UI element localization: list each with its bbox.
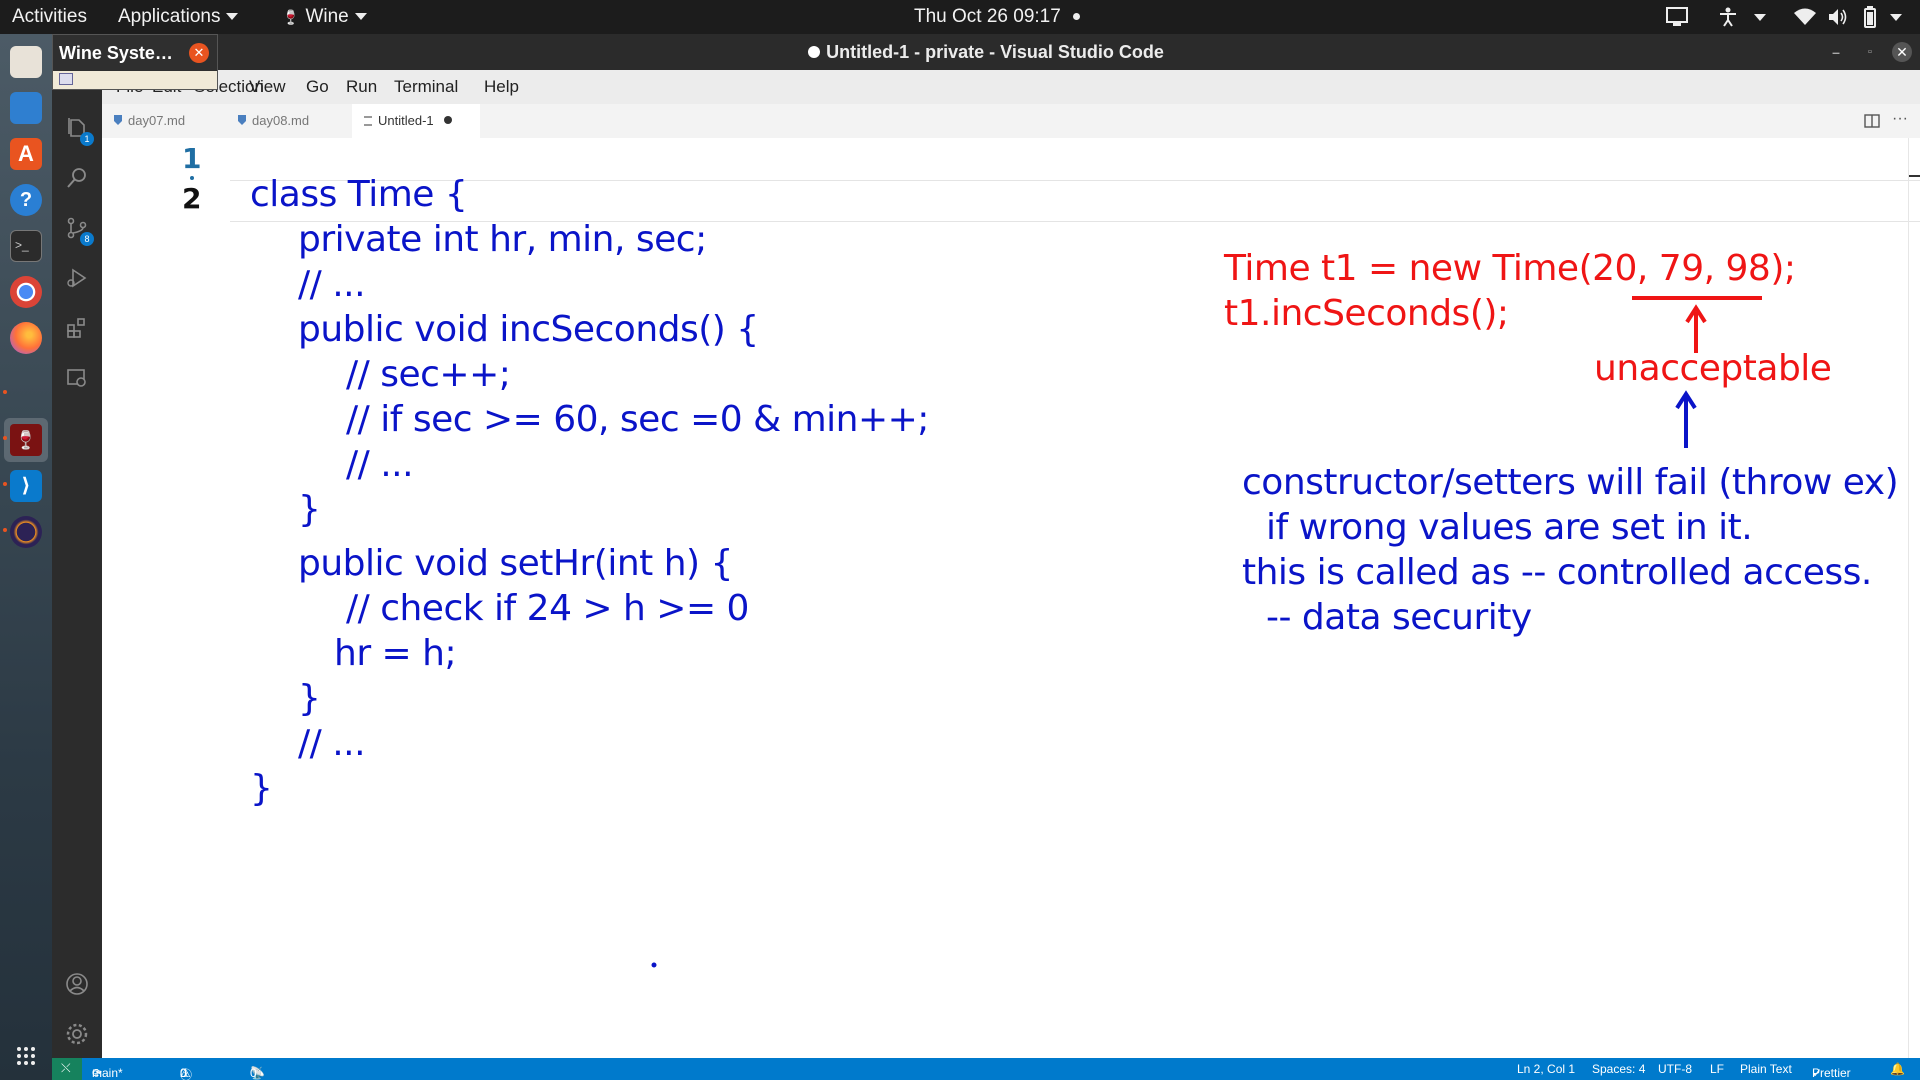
sync-icon: ⟳ — [92, 1066, 103, 1080]
text-editor-icon[interactable] — [10, 92, 42, 124]
clock-text: Thu Oct 26 09:17 — [914, 6, 1061, 27]
window-title-text: Untitled-1 - private - Visual Studio Cod… — [826, 42, 1164, 62]
end-of-line[interactable]: LF — [1710, 1062, 1724, 1076]
eclipse-icon[interactable] — [10, 516, 42, 548]
warning-count: 0 — [180, 1066, 187, 1080]
running-indicator — [3, 528, 7, 532]
ports-count: 0 — [250, 1066, 257, 1080]
markdown-icon — [238, 115, 246, 125]
wine-popup-body — [53, 71, 217, 89]
tab-day08[interactable]: day08.md — [226, 104, 350, 138]
scrollbar-track[interactable] — [1908, 138, 1909, 1058]
language-mode[interactable]: Plain Text — [1740, 1062, 1792, 1076]
screen-icon[interactable] — [1666, 7, 1688, 27]
window-title-bar[interactable]: Untitled-1 - private - Visual Studio Cod… — [52, 34, 1920, 70]
status-bar: ⤬ ⑂ main* ⟳ ⓧ 0 ⚠ 0 📡 0 Ln 2, Col 1 Spaces:… — [52, 1058, 1920, 1080]
extensions-icon[interactable] — [65, 316, 89, 340]
accounts-icon[interactable] — [65, 972, 89, 996]
software-center-icon[interactable]: A — [10, 138, 42, 170]
split-editor-icon[interactable] — [1864, 114, 1880, 128]
chevron-down-icon[interactable] — [1754, 14, 1766, 21]
running-indicator — [3, 482, 7, 486]
stray-dot — [651, 962, 657, 968]
wine-menu[interactable]: 🍷 Wine — [282, 6, 367, 28]
editor-tabs: day07.md day08.md Untitled-1 ··· — [102, 104, 1920, 138]
ubuntu-dock: A ? >_ 🍷 ⟩ — [0, 34, 52, 1080]
battery-icon[interactable] — [1864, 6, 1876, 28]
remote-icon: ⤬ — [61, 1061, 71, 1075]
chrome-icon[interactable] — [10, 276, 42, 308]
activity-bar: 1 8 — [52, 70, 102, 1058]
help-icon[interactable]: ? — [10, 184, 42, 216]
menu-bar: File Edit Selection View Go Run Terminal… — [102, 70, 1920, 104]
gear-icon[interactable] — [65, 1022, 89, 1046]
menu-run[interactable]: Run — [346, 77, 377, 97]
tab-day07[interactable]: day07.md — [102, 104, 226, 138]
encoding[interactable]: UTF-8 — [1658, 1062, 1692, 1076]
running-indicator — [3, 436, 7, 440]
unsaved-dot-icon — [808, 46, 821, 58]
window-title: Untitled-1 - private - Visual Studio Cod… — [52, 42, 1920, 63]
show-apps-grid-icon[interactable] — [16, 1046, 36, 1066]
running-indicator — [3, 390, 7, 394]
activities-button[interactable]: Activities — [12, 6, 87, 28]
explorer-badge: 1 — [80, 132, 94, 146]
chevron-down-icon — [226, 13, 239, 21]
wifi-icon[interactable] — [1794, 8, 1816, 26]
wine-popup-title: Wine Syste… — [59, 43, 173, 63]
menu-help[interactable]: Help — [484, 77, 519, 97]
vscode-icon[interactable]: ⟩ — [10, 470, 42, 502]
remote-indicator[interactable]: ⤬ — [52, 1058, 82, 1080]
indentation[interactable]: Spaces: 4 — [1592, 1062, 1645, 1076]
close-button[interactable]: ✕ — [1892, 42, 1912, 62]
applications-menu[interactable]: Applications — [118, 6, 239, 28]
tab-untitled-1[interactable]: Untitled-1 — [352, 104, 480, 138]
tab-label: Untitled-1 — [378, 113, 434, 128]
menu-terminal[interactable]: Terminal — [394, 77, 458, 97]
window-icon — [59, 73, 73, 85]
terminal-icon[interactable]: >_ — [10, 230, 42, 262]
files-icon[interactable] — [10, 46, 42, 78]
chevron-down-icon[interactable] — [1890, 14, 1902, 21]
minimize-button[interactable]: – — [1826, 42, 1846, 62]
source-control-badge: 8 — [80, 232, 94, 246]
search-icon[interactable] — [65, 166, 89, 190]
firefox-icon[interactable] — [10, 322, 42, 354]
volume-icon[interactable] — [1828, 8, 1848, 26]
run-debug-icon[interactable] — [65, 266, 89, 290]
close-icon[interactable]: ✕ — [189, 43, 209, 63]
maximize-button[interactable]: ▫ — [1860, 42, 1880, 62]
editor-area[interactable]: 1 2 class Time { private int hr, min, se… — [102, 138, 1920, 1058]
system-top-bar: Activities Applications 🍷 Wine Thu Oct 26… — [0, 0, 1920, 34]
wine-glass-icon[interactable]: 🍷 — [10, 424, 42, 456]
more-actions-icon[interactable]: ··· — [1892, 110, 1908, 128]
cursor-position[interactable]: Ln 2, Col 1 — [1517, 1062, 1575, 1076]
clock[interactable]: Thu Oct 26 09:17 — [914, 6, 1080, 28]
menu-view[interactable]: View — [249, 77, 286, 97]
text-file-icon — [364, 116, 372, 126]
formatter-label: Prettier — [1812, 1066, 1851, 1080]
chevron-down-icon — [354, 13, 367, 21]
tab-label: day07.md — [128, 113, 186, 128]
wine-label: Wine — [305, 6, 349, 27]
annotation-drawing — [651, 175, 1920, 968]
wine-system-tray-popup[interactable]: Wine Syste… ✕ — [52, 34, 218, 90]
tab-label: day08.md — [252, 113, 310, 128]
accessibility-icon[interactable] — [1718, 7, 1738, 27]
notification-dot-icon — [1072, 13, 1080, 21]
remote-explorer-icon[interactable] — [65, 366, 89, 390]
menu-go[interactable]: Go — [306, 77, 329, 97]
wine-icon: 🍷 — [282, 9, 300, 25]
bell-icon[interactable]: 🔔 — [1890, 1062, 1905, 1076]
markdown-icon — [114, 115, 122, 125]
unsaved-dot-icon[interactable] — [443, 116, 452, 124]
applications-label: Applications — [118, 6, 221, 27]
